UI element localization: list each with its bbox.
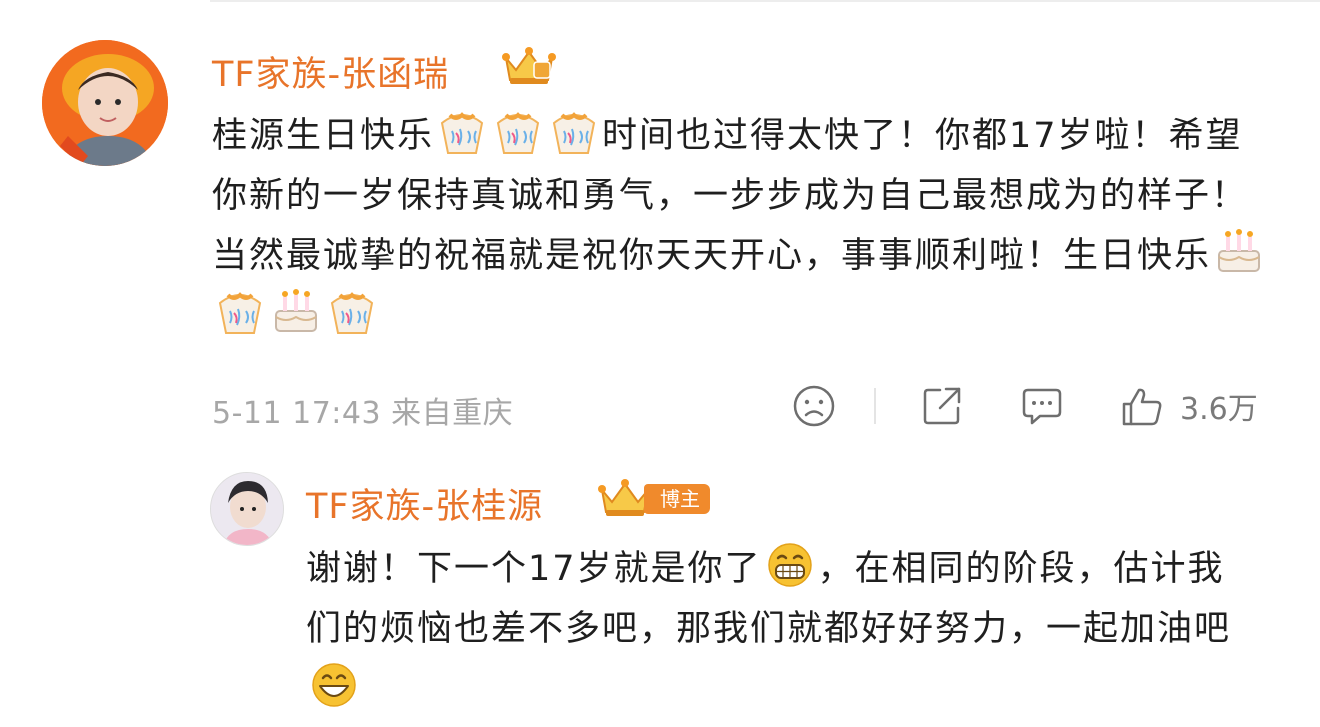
party-popper-emoji-icon: [330, 292, 374, 334]
comment-icon: [1022, 388, 1062, 425]
share-icon: [923, 387, 961, 425]
action-divider: [874, 388, 876, 424]
comment-timestamp: 5-11 17:43: [212, 396, 382, 431]
reply-author-name[interactable]: TF家族-张桂源: [306, 478, 543, 529]
smiling-face-emoji-icon: [312, 663, 356, 707]
comment-location: 来自重庆: [391, 396, 514, 431]
sad-face-icon: [793, 385, 835, 427]
party-popper-emoji-icon: [218, 292, 262, 334]
reply-button[interactable]: [1020, 380, 1064, 432]
birthday-cake-emoji-icon: [275, 289, 317, 332]
comment-text-part: 桂源生日快乐: [212, 116, 435, 156]
party-popper-emoji-icon: [440, 112, 484, 154]
fan-crown-badge-icon: [502, 47, 556, 84]
blogger-badge: 博主: [644, 484, 710, 514]
like-count: 3.6万: [1180, 392, 1258, 427]
reply-text-part: 谢谢！下一个17岁就是你了: [306, 549, 762, 589]
comment-text: 桂源生日快乐 时间也过得太快了！你都17岁啦！希望你新的一岁保持真诚和勇气，一步步…: [212, 106, 1272, 346]
dislike-button[interactable]: [792, 380, 836, 432]
birthday-cake-emoji-icon: [1218, 229, 1261, 272]
reply-text: 谢谢！下一个17岁就是你了 ，在相同的阶段，估计我们的烦恼也差不多吧，那我们就都好…: [306, 539, 1256, 719]
share-button[interactable]: [920, 380, 964, 432]
top-divider: [210, 0, 1320, 2]
party-popper-emoji-icon: [552, 112, 596, 154]
comment-meta: 5-11 17:43 来自重庆: [212, 388, 513, 432]
comment-author-name[interactable]: TF家族-张函瑞: [212, 46, 449, 97]
like-button[interactable]: 3.6万: [1120, 380, 1258, 432]
thumbs-up-icon: [1122, 388, 1162, 426]
grinning-face-emoji-icon: [767, 543, 812, 587]
party-popper-emoji-icon: [496, 112, 540, 154]
reply-avatar[interactable]: [210, 472, 284, 546]
avatar[interactable]: [42, 40, 168, 166]
